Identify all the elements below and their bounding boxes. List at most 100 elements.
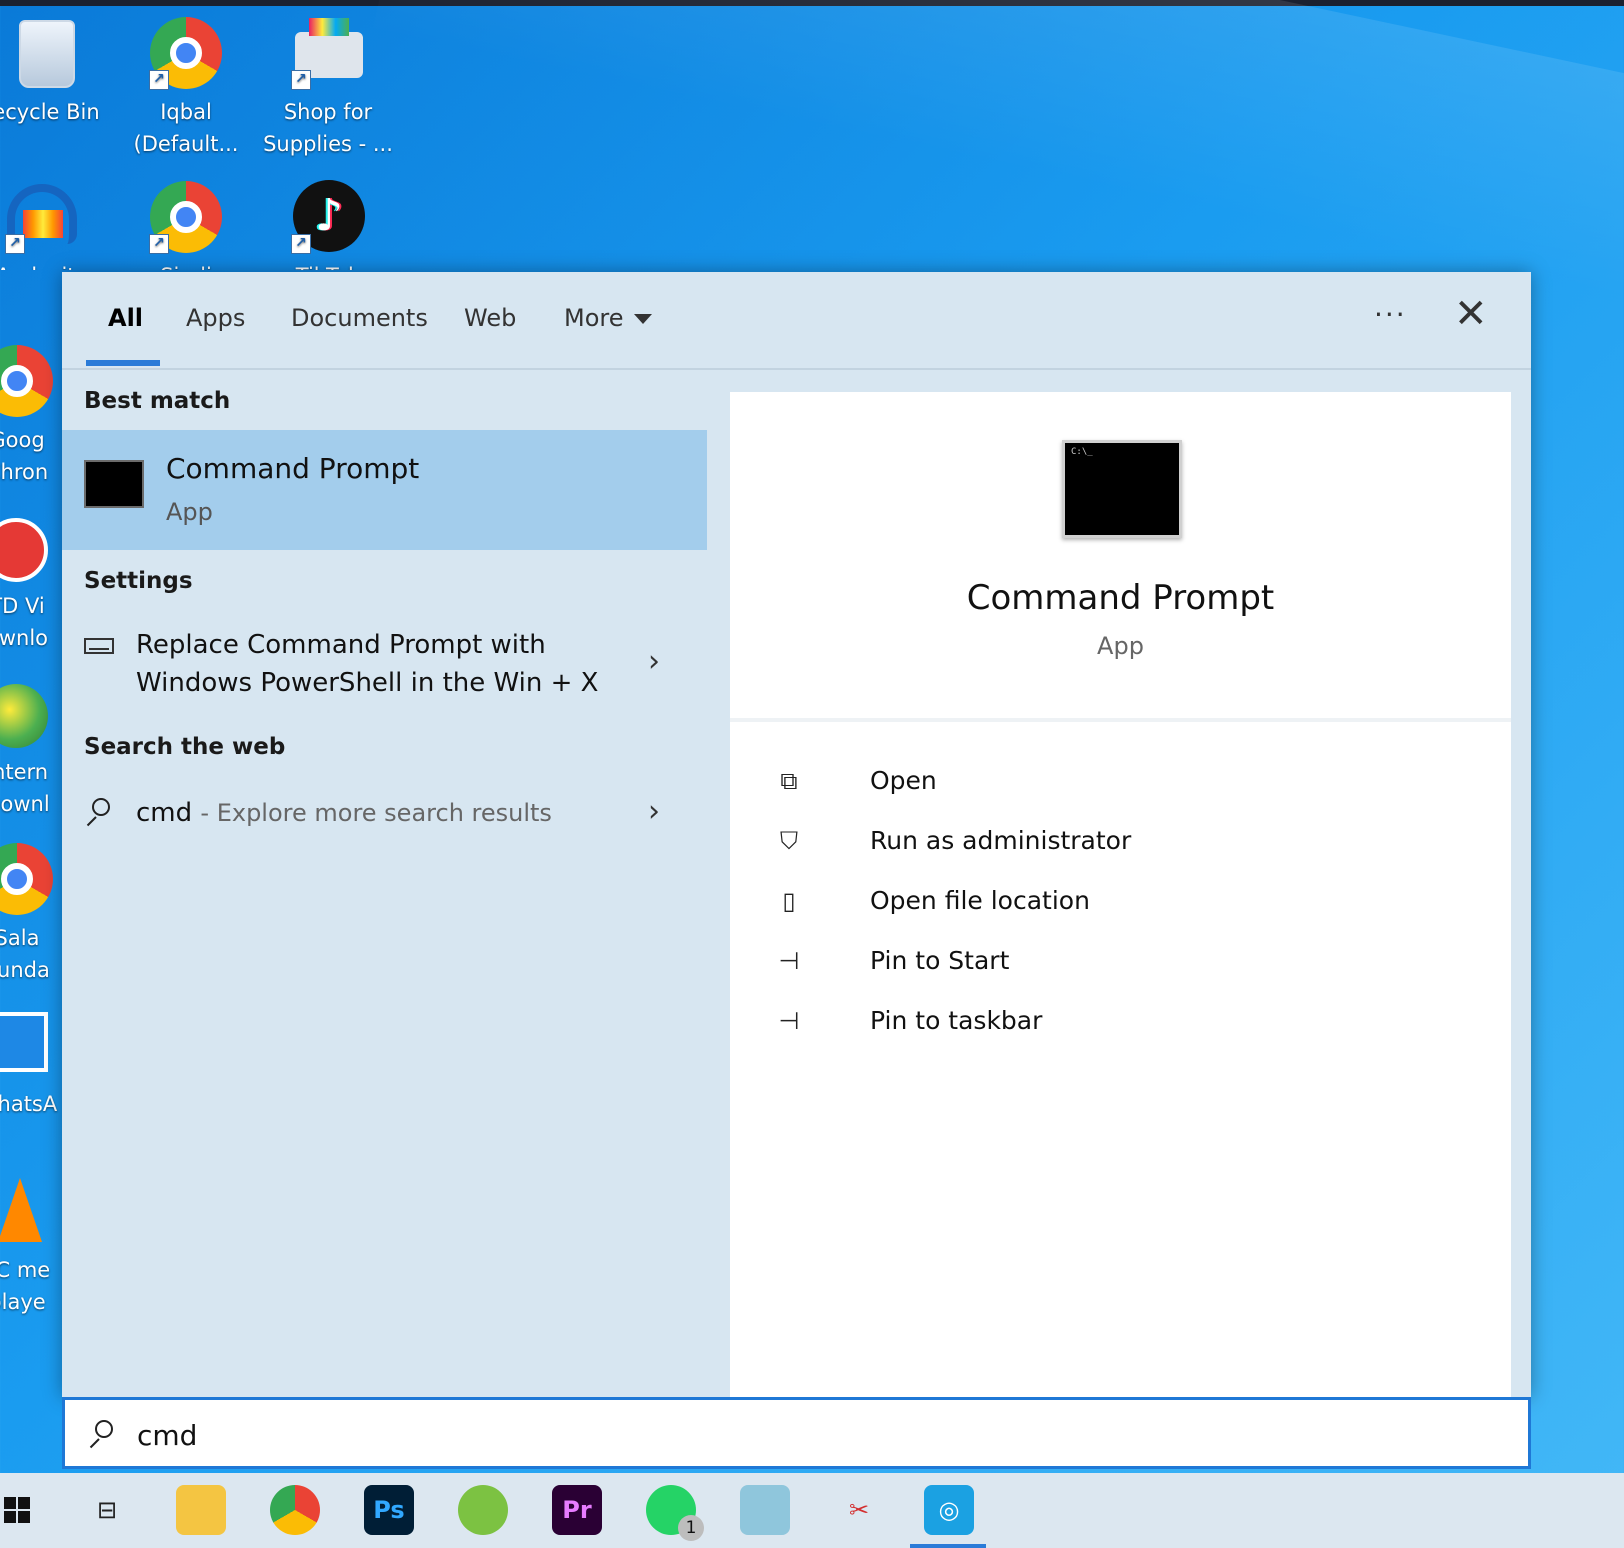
web-result-item[interactable]: cmd - Explore more search results ›	[62, 790, 707, 840]
desktop-icon-sala-chrome[interactable]: ↗ Sala ounda	[0, 840, 62, 986]
action-label: Open	[870, 766, 937, 795]
search-icon	[87, 1420, 113, 1449]
command-prompt-large-icon	[1062, 440, 1182, 538]
desktop-icon-label: TikTok	[258, 260, 398, 270]
desktop-icon-audacity[interactable]: ↗ Audacity	[0, 178, 112, 270]
chrome-icon	[0, 345, 53, 417]
action-label: Open file location	[870, 886, 1090, 915]
ytd-downloader-icon	[0, 518, 48, 582]
action-pin-to-taskbar[interactable]: ⊣ Pin to taskbar	[774, 1002, 1474, 1046]
best-match-result[interactable]: Command Prompt App	[62, 430, 707, 550]
web-item-query: cmd	[136, 798, 193, 828]
vlc-icon	[0, 1178, 42, 1242]
chrome-profile-icon	[0, 843, 53, 915]
folder-icon[interactable]	[176, 1485, 226, 1535]
close-button[interactable]: ✕	[1454, 294, 1488, 334]
desktop-icon-label: Sala ounda	[0, 926, 50, 982]
scissors-icon[interactable]: ✂	[834, 1485, 884, 1535]
settings-item-line2: Windows PowerShell in the Win + X	[136, 668, 599, 698]
desktop-icon-shop-supplies[interactable]: ↗ Shop for Supplies - ...	[258, 14, 398, 160]
desktop-icon-sindi-chrome[interactable]: ↗ Sindi	[116, 178, 256, 270]
pin-icon: ⊣	[778, 1007, 800, 1035]
action-label: Run as administrator	[870, 826, 1132, 855]
chevron-right-icon: ›	[648, 794, 660, 829]
search-box	[62, 1397, 1531, 1469]
action-run-as-administrator[interactable]: ⛉ Run as administrator	[774, 822, 1474, 866]
search-icon	[84, 798, 110, 827]
keyboard-icon	[84, 638, 114, 654]
preview-divider	[730, 718, 1511, 722]
notification-badge: 1	[678, 1515, 704, 1541]
desktop-icon-google-chrome[interactable]: ↗ Goog Chron	[0, 342, 62, 488]
recycle-bin-icon	[19, 20, 75, 88]
shortcut-arrow-icon: ↗	[149, 234, 169, 254]
best-match-subtitle: App	[166, 498, 213, 526]
best-match-title: Command Prompt	[166, 452, 420, 485]
action-label: Pin to Start	[870, 946, 1010, 975]
shortcut-arrow-icon: ↗	[291, 70, 311, 90]
chevron-down-icon	[633, 314, 652, 324]
open-icon: ⧉	[780, 767, 798, 795]
shortcut-arrow-icon: ↗	[291, 234, 311, 254]
tab-apps[interactable]: Apps	[186, 304, 245, 332]
taskbar: ⊟ Ps Pr 1 ✂ ◎	[0, 1473, 1624, 1548]
desktop-icon-iqbal-chrome[interactable]: ↗ Iqbal (Default...	[116, 14, 256, 160]
web-item-suffix: - Explore more search results	[200, 799, 552, 827]
desktop-icon-label: TD Vi ownlo	[0, 594, 48, 650]
desktop-icon-label: Shop for Supplies - ...	[263, 100, 393, 156]
active-tab-indicator	[86, 360, 160, 366]
shortcut-arrow-icon: ↗	[149, 70, 169, 90]
desktop-icon-vlc[interactable]: ↗ LC me playe	[0, 1172, 62, 1318]
premiere-icon[interactable]: Pr	[552, 1485, 602, 1535]
desktop-icon-label: Goog Chron	[0, 428, 49, 484]
search-web-heading: Search the web	[84, 734, 286, 760]
settings-result-item[interactable]: Replace Command Prompt with Windows Powe…	[62, 626, 707, 706]
desktop-icon-label: Iqbal (Default...	[133, 100, 239, 156]
leaf-app-icon[interactable]	[458, 1485, 508, 1535]
desktop-icon-label: WhatsA	[0, 1092, 58, 1116]
whatsapp-desktop-icon	[0, 1012, 48, 1072]
shortcut-arrow-icon: ↗	[5, 234, 25, 254]
tab-all[interactable]: All	[108, 304, 143, 332]
idm-icon	[0, 684, 48, 748]
file-location-icon: ▯	[782, 887, 796, 915]
web-item-text: cmd - Explore more search results	[136, 794, 552, 832]
tab-web[interactable]: Web	[464, 304, 516, 332]
shield-icon: ⛉	[780, 827, 798, 855]
search-panel: All Apps Documents Web More ··· ✕ Best m…	[62, 272, 1531, 1397]
tab-documents[interactable]: Documents	[291, 304, 428, 332]
desktop-icon-tiktok[interactable]: ♪↗ TikTok	[258, 178, 398, 270]
best-match-heading: Best match	[84, 388, 231, 414]
desktop-icon-label: ecycle Bin	[0, 100, 100, 124]
desktop-icon-ytd[interactable]: ↗ TD Vi ownlo	[0, 508, 62, 654]
chevron-right-icon: ›	[648, 644, 660, 679]
action-open[interactable]: ⧉ Open	[774, 762, 1474, 806]
photoshop-icon[interactable]: Ps	[364, 1485, 414, 1535]
tab-more-label: More	[564, 304, 624, 332]
desktop-icon-recycle-bin[interactable]: ecycle Bin	[0, 14, 116, 128]
active-app-indicator	[910, 1544, 986, 1548]
action-label: Pin to taskbar	[870, 1006, 1043, 1035]
whatsapp-icon[interactable]: 1	[646, 1485, 704, 1541]
search-input[interactable]	[135, 1412, 1439, 1458]
more-options-button[interactable]: ···	[1374, 298, 1407, 331]
preview-title: Command Prompt	[966, 578, 1275, 618]
chrome-icon[interactable]	[270, 1485, 320, 1535]
windows-logo-icon[interactable]	[4, 1497, 30, 1523]
action-pin-to-start[interactable]: ⊣ Pin to Start	[774, 942, 1474, 986]
action-open-file-location[interactable]: ▯ Open file location	[774, 882, 1474, 926]
settings-item-line1: Replace Command Prompt with	[136, 630, 546, 660]
command-prompt-icon	[84, 460, 144, 508]
search-tabs: All Apps Documents Web More ··· ✕	[62, 272, 1531, 370]
desktop-icon-whatsapp[interactable]: ↗ WhatsA	[0, 1006, 62, 1120]
task-view-icon[interactable]: ⊟	[82, 1485, 132, 1535]
desktop-icon-idm[interactable]: ↗ Intern Downl	[0, 674, 62, 820]
notepad-icon[interactable]	[740, 1485, 790, 1535]
desktop-icon-label: Sindi	[116, 260, 256, 270]
preview-pane: Command Prompt App ⧉ Open ⛉ Run as admin…	[730, 392, 1511, 1397]
tab-more[interactable]: More	[564, 304, 652, 332]
desktop-icon-label: Audacity	[0, 260, 112, 270]
desktop-icon-label: Intern Downl	[0, 760, 50, 816]
desktop-icon-label: LC me playe	[0, 1258, 51, 1314]
camera-icon[interactable]: ◎	[924, 1485, 974, 1535]
